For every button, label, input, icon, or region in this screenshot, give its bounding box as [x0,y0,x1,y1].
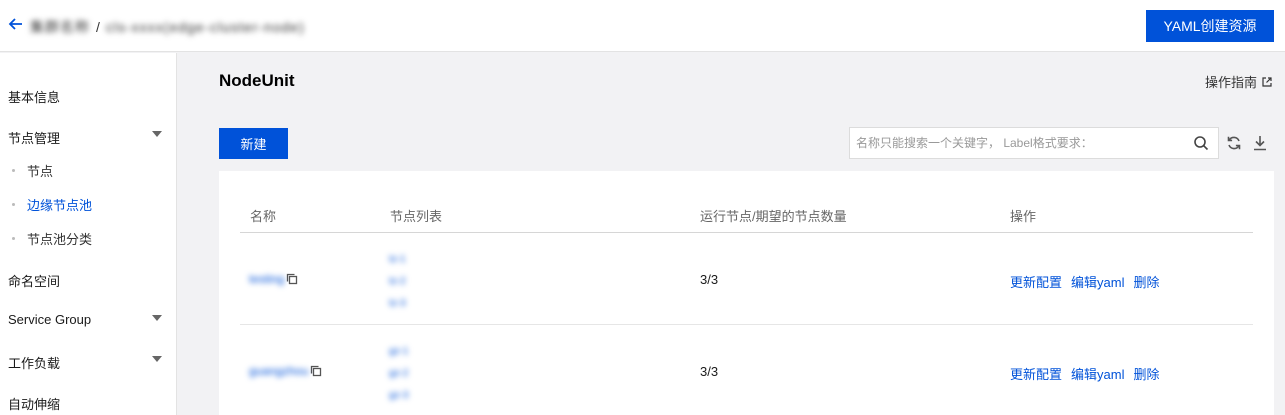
sidebar-item-workload[interactable]: 工作负载 [8,353,60,372]
name-cell: testing [249,272,298,286]
sidebar-item-service-group[interactable]: Service Group [8,312,91,327]
edit-yaml-link[interactable]: 编辑yaml [1071,272,1124,291]
guide-label: 操作指南 [1205,75,1258,90]
refresh-icon[interactable] [1226,135,1242,151]
breadcrumb-separator: / [96,19,100,35]
top-bar: 集群名称 / cls-xxxx(edge-cluster-node) YAML创… [0,0,1285,52]
external-link-icon [1262,76,1272,87]
search-icon[interactable] [1193,135,1209,151]
column-header-node-count: 运行节点/期望的节点数量 [700,209,847,224]
page-title: NodeUnit [219,71,295,90]
delete-link[interactable]: 删除 [1133,364,1159,383]
sidebar: 基本信息 节点管理 节点 边缘节点池 节点池分类 命名空间 Service Gr… [0,53,177,415]
sidebar-item-nodes[interactable]: 节点 [27,161,53,180]
table-row: guangzhou gz-1 gz-2 gz-3 3/3 更新配置 编辑yaml… [219,325,1274,415]
breadcrumb: 集群名称 / cls-xxxx(edge-cluster-node) [30,17,305,37]
table-row: testing tz-1 tz-2 tz-3 3/3 更新配置 编辑yaml 删… [219,233,1274,325]
bullet-icon [12,237,15,240]
node-link[interactable]: tz-2 [389,271,406,293]
column-header-node-list: 节点列表 [390,209,443,224]
chevron-down-icon[interactable] [152,315,162,321]
column-header-name: 名称 [250,209,277,224]
search-input[interactable] [850,128,1190,158]
node-link[interactable]: tz-3 [389,293,406,315]
breadcrumb-cluster[interactable]: 集群名称 [30,17,90,37]
bullet-icon [12,169,15,172]
node-list: tz-1 tz-2 tz-3 [389,249,406,315]
update-config-link[interactable]: 更新配置 [1010,272,1062,291]
node-link[interactable]: tz-1 [389,249,406,271]
row-actions: 更新配置 编辑yaml 删除 [1010,364,1159,383]
sidebar-item-namespace[interactable]: 命名空间 [8,271,60,290]
download-icon[interactable] [1253,135,1267,151]
node-link[interactable]: gz-2 [389,363,408,385]
copy-icon[interactable] [286,273,298,285]
operation-guide-link[interactable]: 操作指南 [1205,72,1273,91]
chevron-down-icon[interactable] [152,131,162,137]
back-arrow-icon[interactable] [8,16,24,32]
node-count: 3/3 [700,364,719,379]
nodeunit-name-link[interactable]: testing [249,272,284,286]
delete-link[interactable]: 删除 [1133,272,1159,291]
node-list: gz-1 gz-2 gz-3 [389,341,408,407]
edit-yaml-link[interactable]: 编辑yaml [1071,364,1124,383]
node-link[interactable]: gz-1 [389,341,408,363]
sidebar-item-autoscale[interactable]: 自动伸缩 [8,394,60,413]
nodeunit-table: 名称 节点列表 运行节点/期望的节点数量 操作 testing tz-1 tz-… [219,171,1274,415]
node-count: 3/3 [700,272,719,287]
row-actions: 更新配置 编辑yaml 删除 [1010,272,1159,291]
yaml-create-button[interactable]: YAML创建资源 [1146,10,1274,42]
sidebar-item-basic-info[interactable]: 基本信息 [8,87,60,106]
column-header-actions: 操作 [1010,209,1037,224]
sidebar-item-edge-node-pool[interactable]: 边缘节点池 [27,195,92,214]
nodeunit-name-link[interactable]: guangzhou [249,364,308,378]
node-link[interactable]: gz-3 [389,385,408,407]
bullet-icon [12,203,15,206]
sidebar-item-node-pool-class[interactable]: 节点池分类 [27,229,92,248]
search-box [849,127,1219,159]
sidebar-item-node-management[interactable]: 节点管理 [8,128,60,147]
copy-icon[interactable] [310,365,322,377]
breadcrumb-current: cls-xxxx(edge-cluster-node) [105,19,305,35]
new-button[interactable]: 新建 [219,128,288,159]
update-config-link[interactable]: 更新配置 [1010,364,1062,383]
chevron-down-icon[interactable] [152,356,162,362]
name-cell: guangzhou [249,364,322,378]
